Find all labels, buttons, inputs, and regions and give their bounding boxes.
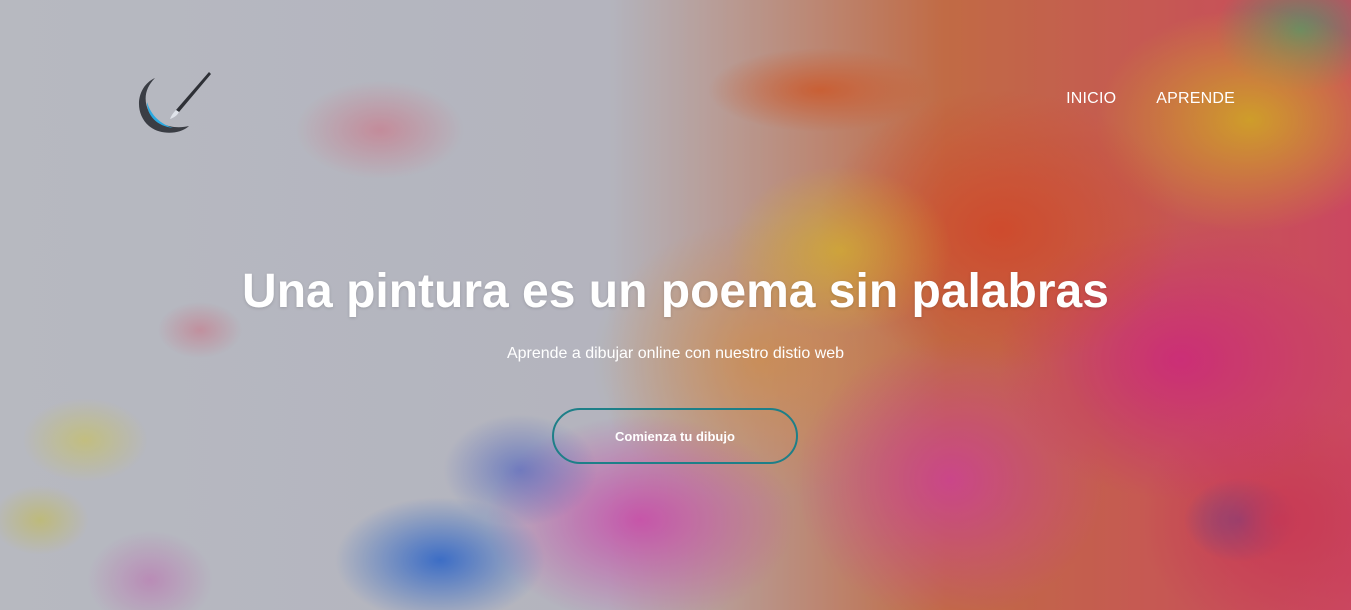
hero-headline: Una pintura es un poema sin palabras: [242, 265, 1109, 318]
moon-brush-logo-icon: [138, 72, 211, 133]
nav-item-aprende[interactable]: APRENDE: [1156, 90, 1235, 108]
nav-item-inicio[interactable]: INICIO: [1066, 90, 1116, 108]
main-nav: INICIO APRENDE: [1066, 90, 1235, 108]
hero-section: INICIO APRENDE Una pintura es un poema s…: [0, 0, 1351, 610]
start-drawing-button[interactable]: Comienza tu dibujo: [552, 408, 798, 464]
site-logo[interactable]: [133, 72, 215, 136]
hero-subtitle: Aprende a dibujar online con nuestro dis…: [506, 345, 845, 362]
